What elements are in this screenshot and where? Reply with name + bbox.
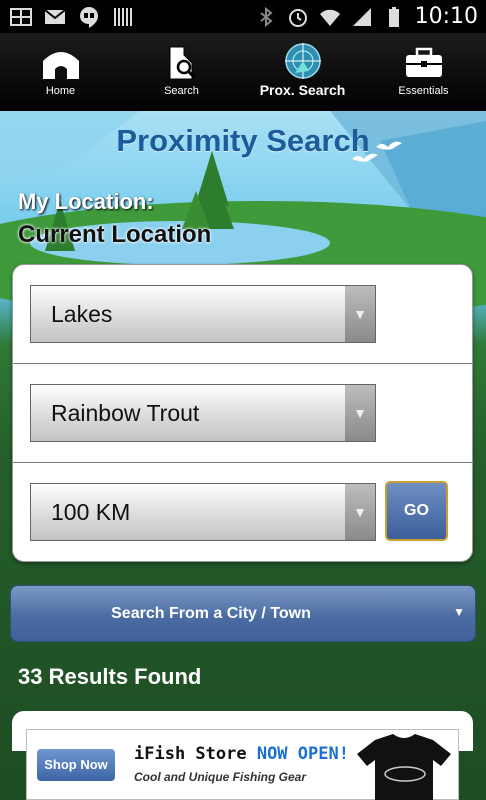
species-row: Rainbow Trout ▼ — [13, 364, 474, 463]
clock: 10:10 — [414, 4, 478, 29]
nav-home[interactable]: Home — [0, 33, 121, 111]
nav-prox-search[interactable]: Prox. Search — [242, 33, 363, 111]
wifi-icon — [319, 9, 340, 26]
water-type-select[interactable]: Lakes ▼ — [30, 285, 376, 343]
nav-search-label: Search — [164, 85, 199, 97]
battery-icon — [388, 6, 399, 27]
search-form-card: Lakes ▼ Rainbow Trout ▼ 100 KM ▼ GO — [12, 264, 474, 562]
distance-value: 100 KM — [51, 499, 131, 525]
target-icon — [284, 43, 321, 79]
signal-icon — [352, 7, 371, 26]
water-type-row: Lakes ▼ — [13, 265, 474, 364]
species-select[interactable]: Rainbow Trout ▼ — [30, 384, 376, 442]
location-label: My Location: — [18, 189, 154, 214]
city-button-label: Search From a City / Town — [111, 605, 311, 622]
ad-subtitle: Cool and Unique Fishing Gear — [134, 770, 307, 784]
bluetooth-icon — [259, 6, 273, 27]
ad-title: iFish Store NOW OPEN! — [134, 744, 349, 764]
dropdown-arrow-icon: ▼ — [345, 385, 375, 441]
toolbox-icon — [405, 47, 442, 77]
gmail-icon — [44, 9, 66, 24]
dropdown-arrow-icon: ▼ — [453, 605, 465, 619]
content-area: Proximity Search My Location: Current Lo… — [0, 111, 486, 800]
nav-prox-search-label: Prox. Search — [259, 82, 346, 98]
hangouts-icon — [80, 7, 98, 28]
results-count: 33 Results Found — [18, 664, 202, 689]
nav-essentials[interactable]: Essentials — [363, 33, 484, 111]
nav-home-label: Home — [45, 85, 76, 97]
species-value: Rainbow Trout — [51, 400, 200, 426]
alarm-icon — [288, 8, 307, 27]
location-value[interactable]: Current Location — [18, 221, 211, 249]
home-icon — [42, 52, 79, 79]
nav-search[interactable]: Search — [121, 33, 242, 111]
gallery-icon — [10, 8, 32, 26]
water-type-value: Lakes — [51, 301, 113, 327]
distance-row: 100 KM ▼ GO — [13, 463, 474, 562]
go-button[interactable]: GO — [385, 481, 448, 541]
nav-essentials-label: Essentials — [398, 85, 449, 97]
search-from-city-button[interactable]: Search From a City / Town ▼ — [10, 585, 476, 642]
map-search-icon — [169, 46, 195, 80]
dropdown-arrow-icon: ▼ — [345, 286, 375, 342]
distance-select[interactable]: 100 KM ▼ — [30, 483, 376, 541]
shop-now-button[interactable]: Shop Now — [37, 749, 115, 781]
ad-title-prefix: iFish Store — [134, 744, 257, 764]
ad-title-highlight: NOW OPEN! — [256, 744, 349, 764]
page-title: Proximity Search — [116, 123, 370, 158]
dropdown-arrow-icon: ▼ — [345, 484, 375, 540]
barcode-icon — [114, 8, 132, 26]
tshirt-image — [357, 734, 451, 800]
status-bar: 10:10 — [0, 0, 486, 33]
ad-banner[interactable]: Shop Now iFish Store NOW OPEN! Cool and … — [26, 729, 459, 800]
nav-bar: Home Search Prox. Search Essentials — [0, 33, 486, 111]
